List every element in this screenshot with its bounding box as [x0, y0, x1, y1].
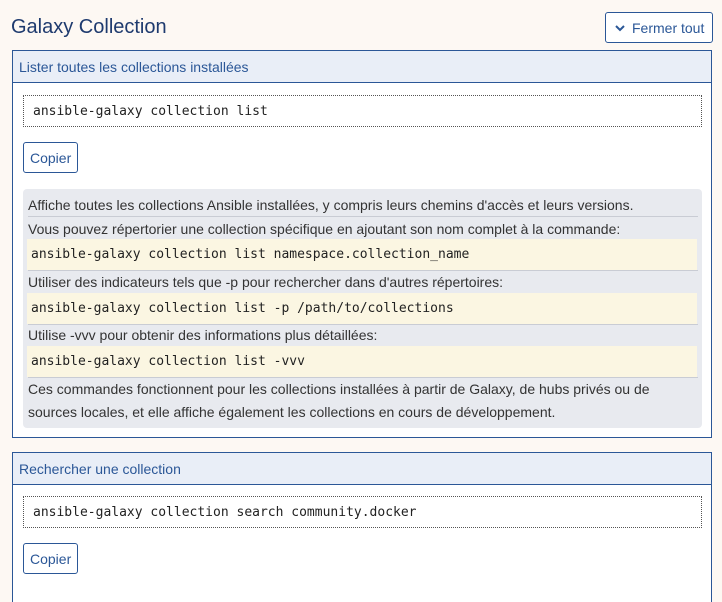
section-list-collections: Lister toutes les collections installées… [12, 50, 712, 438]
section-header[interactable]: Rechercher une collection [13, 453, 711, 485]
section-search-collection: Rechercher une collection ansible-galaxy… [12, 452, 712, 602]
section-header[interactable]: Lister toutes les collections installées [13, 51, 711, 83]
description-text: Affiche toutes les collections Ansible i… [28, 197, 634, 213]
code-example: ansible-galaxy collection list namespace… [27, 239, 697, 270]
description-box: Affiche toutes les collections Ansible i… [23, 189, 702, 428]
code-example: ansible-galaxy collection list -vvv [27, 346, 697, 377]
code-example: ansible-galaxy collection list -p /path/… [27, 293, 697, 324]
page-title: Galaxy Collection [11, 16, 167, 38]
description-text: Utilise -vvv pour obtenir des informatio… [28, 327, 378, 343]
copy-button[interactable]: Copier [23, 142, 78, 173]
description-text: Ces commandes fonctionnent pour les coll… [28, 381, 650, 397]
divider [28, 270, 698, 271]
description-text: Vous pouvez répertorier une collection s… [28, 221, 621, 237]
command-box[interactable]: ansible-galaxy collection list [23, 95, 702, 127]
command-box[interactable]: ansible-galaxy collection search communi… [23, 496, 702, 528]
description-text: Utiliser des indicateurs tels que -p pou… [28, 274, 504, 290]
chevron-down-icon [615, 24, 625, 31]
page-header: Galaxy Collection Fermer tout [0, 0, 722, 50]
divider [28, 324, 698, 325]
collapse-all-button[interactable]: Fermer tout [605, 12, 713, 43]
divider [28, 216, 698, 217]
description-text: sources locales, et elle affiche égaleme… [28, 404, 556, 420]
copy-button[interactable]: Copier [23, 543, 78, 574]
divider [28, 377, 698, 378]
collapse-all-label: Fermer tout [632, 19, 705, 36]
